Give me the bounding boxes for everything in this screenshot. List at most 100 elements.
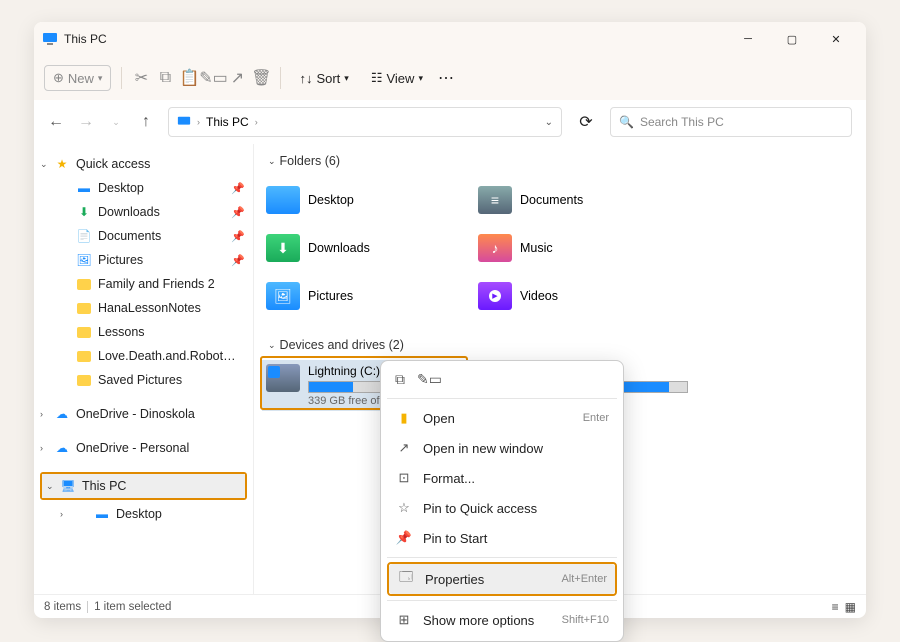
chevron-down-icon[interactable]: ⌄ — [545, 117, 553, 128]
desktop-icon: ▬ — [76, 180, 92, 196]
cut-icon[interactable]: ✂ — [132, 68, 150, 88]
new-window-icon: ↗ — [395, 440, 413, 456]
list-view-icon[interactable]: ≡ — [832, 600, 839, 614]
ctx-pin-start[interactable]: 📌Pin to Start — [387, 523, 617, 553]
folder-downloads[interactable]: ⬇Downloads — [262, 224, 474, 272]
chevron-right-icon[interactable]: › — [40, 443, 43, 453]
chevron-down-icon[interactable]: ⌄ — [46, 481, 54, 492]
desktop-icon — [266, 186, 300, 214]
minimize-button[interactable]: ─ — [726, 25, 770, 53]
sidebar-item-folder[interactable]: Saved Pictures — [36, 368, 251, 392]
address-segment[interactable]: This PC — [206, 115, 249, 129]
documents-icon: ≡ — [478, 186, 512, 214]
cloud-icon: ☁ — [54, 406, 70, 422]
folder-icon — [77, 303, 91, 314]
ctx-pin-quick-access[interactable]: ☆Pin to Quick access — [387, 493, 617, 523]
drive-icon — [266, 364, 300, 392]
sidebar-item-pictures[interactable]: 🖼Pictures📌 — [36, 248, 251, 272]
videos-icon: ▶ — [478, 282, 512, 310]
close-button[interactable]: ✕ — [814, 25, 858, 53]
desktop-icon: ▬ — [94, 506, 110, 522]
sidebar-onedrive-1[interactable]: ›☁OneDrive - Dinoskola — [36, 402, 251, 426]
rename-icon[interactable]: ✎▭ — [417, 371, 442, 388]
search-input[interactable]: 🔍 Search This PC — [610, 107, 852, 137]
selection-count: 1 item selected — [94, 601, 171, 613]
document-icon: 📄 — [76, 228, 92, 244]
ctx-properties[interactable]: 🗔PropertiesAlt+Enter — [389, 564, 615, 594]
sidebar-onedrive-2[interactable]: ›☁OneDrive - Personal — [36, 436, 251, 460]
this-pc-icon — [42, 31, 58, 47]
sidebar-item-desktop[interactable]: ›▬Desktop — [36, 502, 251, 526]
recent-button[interactable]: ⌄ — [108, 117, 124, 128]
chevron-right-icon: › — [197, 117, 200, 127]
sidebar-item-folder[interactable]: Love.Death.and.Robots.S03.10 — [36, 344, 251, 368]
folder-desktop[interactable]: Desktop — [262, 176, 474, 224]
forward-button[interactable]: → — [78, 113, 94, 131]
pin-icon: 📌 — [231, 182, 245, 195]
folders-header[interactable]: ⌄Folders (6) — [268, 154, 858, 168]
pin-icon: 📌 — [395, 530, 413, 546]
chevron-down-icon: ⌄ — [268, 156, 276, 167]
item-count: 8 items — [44, 601, 81, 613]
back-button[interactable]: ← — [48, 113, 64, 131]
star-icon: ★ — [54, 156, 70, 172]
sidebar-item-folder[interactable]: Family and Friends 2 — [36, 272, 251, 296]
cloud-icon: ☁ — [54, 440, 70, 456]
grid-view-icon[interactable]: ▦ — [845, 600, 856, 614]
toolbar: ⊕New▾ ✂ ⧉ 📋 ✎▭ ↗ 🗑 ↑↓Sort▾ ☷View▾ ⋯ — [34, 56, 866, 100]
ctx-open[interactable]: ▮OpenEnter — [387, 403, 617, 433]
nav-row: ← → ⌄ ↑ › This PC › ⌄ ⟳ 🔍 Search This PC — [34, 100, 866, 144]
pin-icon: 📌 — [231, 254, 245, 267]
maximize-button[interactable]: ▢ — [770, 25, 814, 53]
rename-icon[interactable]: ✎▭ — [204, 68, 222, 88]
format-icon: ⊡ — [395, 470, 413, 486]
sidebar: ⌄★Quick access ▬Desktop📌 ⬇Downloads📌 📄Do… — [34, 144, 254, 594]
view-button[interactable]: ☷View▾ — [363, 66, 431, 90]
address-bar[interactable]: › This PC › ⌄ — [168, 107, 562, 137]
music-icon: ♪ — [478, 234, 512, 262]
copy-icon[interactable]: ⧉ — [395, 371, 405, 388]
ctx-format[interactable]: ⊡Format... — [387, 463, 617, 493]
ctx-show-more[interactable]: ⊞Show more optionsShift+F10 — [387, 605, 617, 635]
paste-icon[interactable]: 📋 — [180, 68, 198, 88]
share-icon[interactable]: ↗ — [228, 68, 246, 88]
delete-icon[interactable]: 🗑 — [252, 68, 270, 88]
sidebar-item-folder[interactable]: HanaLessonNotes — [36, 296, 251, 320]
chevron-right-icon[interactable]: › — [60, 509, 63, 519]
this-pc-icon — [177, 115, 191, 129]
refresh-button[interactable]: ⟳ — [576, 112, 596, 132]
context-menu: ⧉ ✎▭ ▮OpenEnter ↗Open in new window ⊡For… — [380, 360, 624, 642]
folder-documents[interactable]: ≡Documents — [474, 176, 686, 224]
chevron-right-icon[interactable]: › — [40, 409, 43, 419]
search-placeholder: Search This PC — [640, 115, 724, 129]
window-title: This PC — [64, 32, 107, 46]
download-icon: ⬇ — [76, 204, 92, 220]
sort-button[interactable]: ↑↓Sort▾ — [291, 67, 356, 90]
star-outline-icon: ☆ — [395, 500, 413, 516]
new-button[interactable]: ⊕New▾ — [44, 65, 111, 91]
sidebar-quick-access[interactable]: ⌄★Quick access — [36, 152, 251, 176]
chevron-down-icon[interactable]: ⌄ — [40, 159, 48, 170]
copy-icon[interactable]: ⧉ — [156, 69, 174, 87]
pin-icon: 📌 — [231, 230, 245, 243]
ctx-open-new-window[interactable]: ↗Open in new window — [387, 433, 617, 463]
folder-icon — [77, 351, 91, 362]
more-icon: ⊞ — [395, 612, 413, 628]
sidebar-item-desktop[interactable]: ▬Desktop📌 — [36, 176, 251, 200]
sidebar-item-folder[interactable]: Lessons — [36, 320, 251, 344]
sidebar-item-documents[interactable]: 📄Documents📌 — [36, 224, 251, 248]
folder-videos[interactable]: ▶Videos — [474, 272, 686, 320]
downloads-icon: ⬇ — [266, 234, 300, 262]
sidebar-this-pc[interactable]: ⌄🖥This PC — [42, 474, 245, 498]
chevron-right-icon[interactable]: › — [255, 117, 258, 127]
pin-icon: 📌 — [231, 206, 245, 219]
folder-music[interactable]: ♪Music — [474, 224, 686, 272]
search-icon: 🔍 — [619, 115, 634, 129]
folder-icon — [77, 279, 91, 290]
drives-header[interactable]: ⌄Devices and drives (2) — [268, 338, 858, 352]
folder-pictures[interactable]: 🖼Pictures — [262, 272, 474, 320]
up-button[interactable]: ↑ — [138, 113, 154, 131]
more-icon[interactable]: ⋯ — [437, 68, 455, 88]
monitor-icon: 🖥 — [60, 478, 76, 494]
sidebar-item-downloads[interactable]: ⬇Downloads📌 — [36, 200, 251, 224]
